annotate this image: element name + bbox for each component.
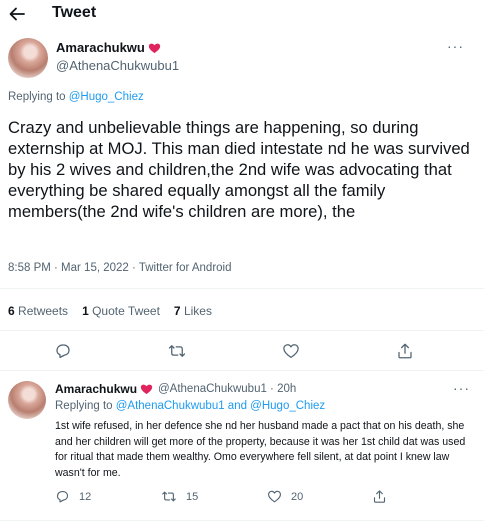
share-icon (398, 343, 412, 359)
quote-tweets-stat[interactable]: 1 Quote Tweet (82, 304, 160, 318)
reply-handle-time[interactable]: @AthenaChukwubu1 · 20h (158, 383, 296, 395)
replying-to-prefix: Replying to (8, 91, 66, 103)
reply-author-name-line[interactable]: Amarachukwu (55, 382, 153, 396)
share-icon (373, 490, 386, 503)
heart-emoji-icon (140, 384, 153, 395)
reply-actions: 12 15 20 (55, 489, 475, 509)
retweet-button[interactable] (164, 338, 190, 364)
reply-author-avatar[interactable] (8, 381, 46, 419)
tweet-timestamp[interactable]: 8:58 PM · Mar 15, 2022 · Twitter for And… (8, 262, 232, 274)
top-bar: Tweet (0, 0, 484, 28)
reply-icon (56, 344, 70, 359)
likes-stat[interactable]: 7 Likes (174, 304, 212, 318)
reply-retweet-button[interactable]: 15 (161, 489, 198, 504)
heart-emoji-icon (148, 43, 161, 53)
tweet-text: Crazy and unbelievable things are happen… (8, 118, 470, 221)
back-arrow-icon (9, 7, 25, 21)
tweet-page: Tweet Amarachukwu @AthenaChukwubu1 ··· R… (0, 0, 484, 525)
author-avatar[interactable] (8, 38, 48, 78)
page-title: Tweet (52, 4, 97, 21)
reply-author-name: Amarachukwu (55, 382, 138, 396)
divider (0, 520, 484, 521)
author-handle[interactable]: @AthenaChukwubu1 (56, 58, 179, 73)
reply-share-button[interactable] (372, 489, 387, 504)
reply-like-button[interactable]: 20 (267, 489, 303, 504)
reply-button[interactable] (50, 338, 76, 364)
replying-to-line: Replying to @Hugo_Chiez (8, 91, 144, 103)
like-icon (283, 344, 299, 359)
reply-replying-prefix: Replying to (55, 400, 113, 412)
retweet-icon (162, 491, 176, 502)
divider (0, 370, 484, 371)
retweets-stat[interactable]: 6 Retweets (8, 304, 68, 318)
replying-to-mention[interactable]: @Hugo_Chiez (69, 91, 144, 103)
like-icon (268, 490, 281, 503)
reply-icon (56, 490, 69, 503)
author-name-line[interactable]: Amarachukwu (56, 40, 161, 55)
share-button[interactable] (392, 338, 418, 364)
like-button[interactable] (278, 338, 304, 364)
more-options-icon[interactable]: ··· (447, 38, 464, 54)
divider (0, 288, 484, 289)
author-name: Amarachukwu (56, 40, 145, 55)
reply-count: 12 (79, 490, 92, 503)
tweet-stats: 6 Retweets 1 Quote Tweet 7 Likes (8, 304, 212, 318)
reply-more-options-icon[interactable]: ··· (453, 380, 470, 396)
back-button[interactable] (6, 4, 28, 24)
retweet-count: 15 (186, 490, 199, 503)
retweet-icon (168, 345, 186, 357)
reply-replying-mentions[interactable]: @AthenaChukwubu1 and @Hugo_Chiez (116, 400, 325, 412)
reply-reply-button[interactable]: 12 (55, 489, 91, 504)
reply-text: 1st wife refused, in her defence she nd … (55, 420, 466, 479)
divider (0, 330, 484, 331)
tweet-actions (0, 338, 484, 364)
like-count: 20 (291, 490, 304, 503)
reply-replying-to-line: Replying to @AthenaChukwubu1 and @Hugo_C… (55, 400, 325, 412)
